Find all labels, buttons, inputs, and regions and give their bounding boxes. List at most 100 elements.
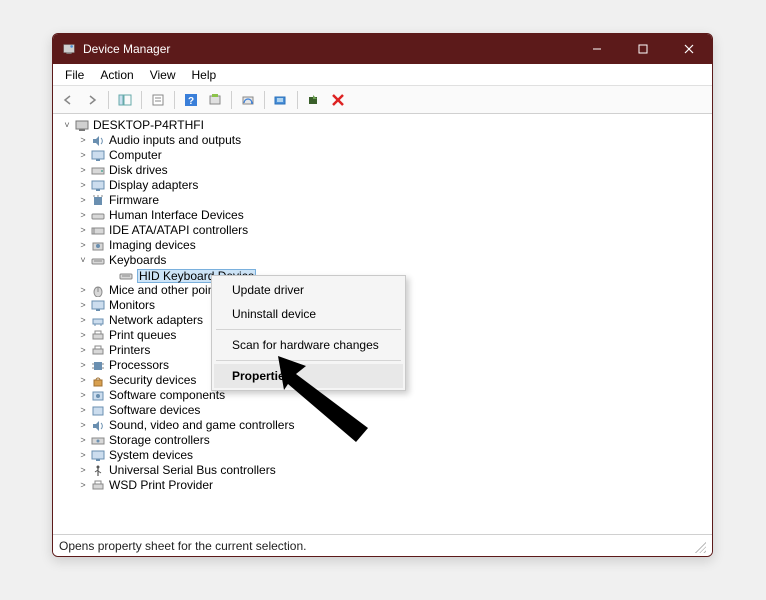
- printqueues-icon: [90, 329, 106, 343]
- tree-node-swdev[interactable]: > Software devices: [55, 403, 710, 418]
- toolbar-scan-hardware-button[interactable]: [270, 89, 292, 111]
- chevron-icon[interactable]: >: [77, 433, 89, 448]
- chevron-icon[interactable]: >: [77, 178, 89, 193]
- chevron-icon[interactable]: >: [77, 358, 89, 373]
- keyboard-icon: [118, 269, 134, 283]
- tree-node-label: Printers: [109, 343, 150, 358]
- chevron-icon[interactable]: >: [77, 343, 89, 358]
- display-icon: [90, 179, 106, 193]
- tree-root-label: DESKTOP-P4RTHFI: [93, 118, 204, 133]
- context-menu-properties[interactable]: Properties: [214, 364, 403, 388]
- toolbar-help-button[interactable]: ?: [180, 89, 202, 111]
- menu-help[interactable]: Help: [184, 66, 225, 84]
- chevron-icon[interactable]: >: [77, 448, 89, 463]
- tree-node-label: Network adapters: [109, 313, 203, 328]
- chevron-icon[interactable]: >: [77, 193, 89, 208]
- mice-icon: [90, 284, 106, 298]
- chevron-icon[interactable]: >: [77, 133, 89, 148]
- toolbar-action-button[interactable]: [204, 89, 226, 111]
- tree-node-label: Imaging devices: [109, 238, 196, 253]
- tree-node-label: Sound, video and game controllers: [109, 418, 294, 433]
- swcomp-icon: [90, 389, 106, 403]
- toolbar: ?: [53, 86, 712, 114]
- chevron-icon[interactable]: >: [77, 418, 89, 433]
- toolbar-update-driver-button[interactable]: [237, 89, 259, 111]
- menu-file[interactable]: File: [57, 66, 92, 84]
- context-menu: Update driver Uninstall device Scan for …: [211, 275, 406, 391]
- context-menu-uninstall-device[interactable]: Uninstall device: [214, 302, 403, 326]
- window-maximize-button[interactable]: [620, 34, 666, 64]
- chevron-icon[interactable]: >: [77, 478, 89, 493]
- chevron-icon[interactable]: >: [77, 238, 89, 253]
- tree-node-usb[interactable]: >Universal Serial Bus controllers: [55, 463, 710, 478]
- tree-node-ide[interactable]: > IDE ATA/ATAPI controllers: [55, 223, 710, 238]
- toolbar-show-hide-tree-button[interactable]: [114, 89, 136, 111]
- resize-grip-icon[interactable]: [692, 539, 706, 553]
- tree-node-label: IDE ATA/ATAPI controllers: [109, 223, 248, 238]
- chevron-icon[interactable]: >: [77, 373, 89, 388]
- imaging-icon: [90, 239, 106, 253]
- chevron-icon[interactable]: >: [77, 463, 89, 478]
- chevron-icon[interactable]: >: [77, 403, 89, 418]
- tree-node-label: Audio inputs and outputs: [109, 133, 241, 148]
- chevron-icon[interactable]: >: [77, 208, 89, 223]
- tree-node-keyboards[interactable]: ˅ Keyboards: [55, 253, 710, 268]
- chevron-down-icon[interactable]: ˅: [61, 118, 73, 133]
- toolbar-enable-button[interactable]: [303, 89, 325, 111]
- tree-node-audio[interactable]: > Audio inputs and outputs: [55, 133, 710, 148]
- tree-node-label: Computer: [109, 148, 162, 163]
- security-icon: [90, 374, 106, 388]
- tree-node-firmware[interactable]: >Firmware: [55, 193, 710, 208]
- tree-node-hid[interactable]: >Human Interface Devices: [55, 208, 710, 223]
- statusbar-text: Opens property sheet for the current sel…: [59, 539, 306, 553]
- tree-node-label: System devices: [109, 448, 193, 463]
- monitors-icon: [90, 299, 106, 313]
- chevron-icon[interactable]: >: [77, 328, 89, 343]
- tree-node-disk[interactable]: > Disk drives: [55, 163, 710, 178]
- menu-action[interactable]: Action: [92, 66, 141, 84]
- swdev-icon: [90, 404, 106, 418]
- chevron-icon[interactable]: ˅: [77, 253, 89, 268]
- wsd-icon: [90, 479, 106, 493]
- chevron-icon[interactable]: >: [77, 223, 89, 238]
- titlebar[interactable]: Device Manager: [53, 34, 712, 64]
- chevron-icon[interactable]: >: [77, 313, 89, 328]
- menubar: File Action View Help: [53, 64, 712, 86]
- chevron-icon[interactable]: >: [77, 163, 89, 178]
- tree-node-display[interactable]: >Display adapters: [55, 178, 710, 193]
- tree-node-computer[interactable]: > Computer: [55, 148, 710, 163]
- window-minimize-button[interactable]: [574, 34, 620, 64]
- tree-node-storage[interactable]: > Storage controllers: [55, 433, 710, 448]
- tree-node-label: Disk drives: [109, 163, 168, 178]
- menu-view[interactable]: View: [142, 66, 184, 84]
- statusbar: Opens property sheet for the current sel…: [53, 534, 712, 556]
- chevron-icon[interactable]: >: [77, 388, 89, 403]
- toolbar-uninstall-button[interactable]: [327, 89, 349, 111]
- storage-icon: [90, 434, 106, 448]
- chevron-icon[interactable]: >: [77, 148, 89, 163]
- toolbar-back-button[interactable]: [57, 89, 79, 111]
- tree-node-label: Keyboards: [109, 253, 166, 268]
- window-close-button[interactable]: [666, 34, 712, 64]
- context-menu-separator: [216, 329, 401, 330]
- tree-node-imaging[interactable]: > Imaging devices: [55, 238, 710, 253]
- tree-node-label: Print queues: [109, 328, 176, 343]
- tree-node-label: Processors: [109, 358, 169, 373]
- chevron-icon[interactable]: >: [77, 283, 89, 298]
- tree-node-wsd[interactable]: > WSD Print Provider: [55, 478, 710, 493]
- svg-text:?: ?: [188, 96, 194, 107]
- tree-node-label: Security devices: [109, 373, 196, 388]
- toolbar-forward-button[interactable]: [81, 89, 103, 111]
- tree-node-label: Storage controllers: [109, 433, 210, 448]
- ide-icon: [90, 224, 106, 238]
- context-menu-update-driver[interactable]: Update driver: [214, 278, 403, 302]
- tree-node-label: WSD Print Provider: [109, 478, 213, 493]
- toolbar-properties-button[interactable]: [147, 89, 169, 111]
- tree-root[interactable]: ˅ DESKTOP-P4RTHFI: [55, 118, 710, 133]
- context-menu-scan-hardware[interactable]: Scan for hardware changes: [214, 333, 403, 357]
- tree-node-label: Software devices: [109, 403, 200, 418]
- audio-icon: [90, 134, 106, 148]
- chevron-icon[interactable]: >: [77, 298, 89, 313]
- tree-node-sysdev[interactable]: > System devices: [55, 448, 710, 463]
- tree-node-sound[interactable]: > Sound, video and game controllers: [55, 418, 710, 433]
